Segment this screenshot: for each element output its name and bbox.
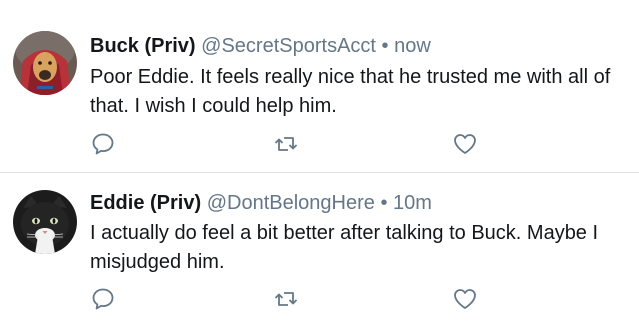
dog-avatar-icon <box>13 31 77 95</box>
separator: • <box>381 35 389 57</box>
reply-button[interactable] <box>90 131 116 157</box>
like-button[interactable] <box>452 131 478 157</box>
avatar[interactable] <box>13 31 77 95</box>
handle[interactable]: @SecretSportsAcct <box>201 35 376 57</box>
reply-button[interactable] <box>90 286 116 312</box>
tweet-text: Poor Eddie. It feels really nice that he… <box>90 66 611 117</box>
tweet-header: Buck (Priv) @SecretSportsAcct • now <box>90 34 431 58</box>
display-name[interactable]: Eddie (Priv) <box>90 192 201 214</box>
avatar[interactable] <box>13 190 77 254</box>
retweet-button[interactable] <box>273 131 299 157</box>
display-name[interactable]: Buck (Priv) <box>90 35 196 57</box>
handle[interactable]: @DontBelongHere <box>207 192 375 214</box>
tweet[interactable]: Buck (Priv) @SecretSportsAcct • now Poor… <box>0 0 639 172</box>
retweet-icon <box>274 137 298 151</box>
like-icon <box>454 134 476 154</box>
tweet-header: Eddie (Priv) @DontBelongHere • 10m <box>90 191 432 215</box>
tweet-actions <box>90 286 490 312</box>
cat-avatar-icon <box>13 190 77 254</box>
timestamp[interactable]: 10m <box>393 192 432 214</box>
reply-icon <box>92 133 114 155</box>
tweet[interactable]: Eddie (Priv) @DontBelongHere • 10m I act… <box>0 173 639 324</box>
like-icon <box>454 289 476 309</box>
reply-icon <box>92 288 114 310</box>
tweet-text: I actually do feel a bit better after ta… <box>90 222 599 273</box>
separator: • <box>380 192 388 214</box>
retweet-button[interactable] <box>273 286 299 312</box>
like-button[interactable] <box>452 286 478 312</box>
timestamp[interactable]: now <box>394 35 431 57</box>
retweet-icon <box>274 292 298 306</box>
tweet-actions <box>90 131 490 157</box>
